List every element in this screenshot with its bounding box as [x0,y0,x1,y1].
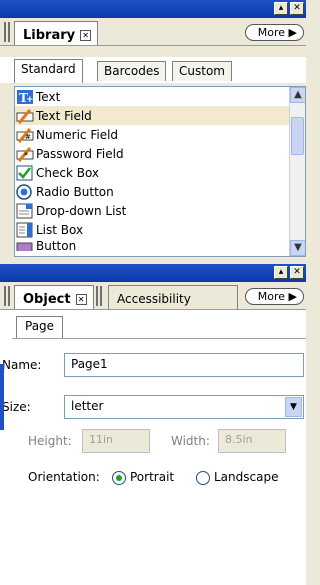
svg-text:+: + [26,95,34,105]
orientation-label: Orientation: [28,470,100,484]
svg-text:*: * [24,151,28,160]
list-item-text[interactable]: T + Text [15,87,305,106]
more-label: More [257,26,286,39]
drop-down-list-icon [16,203,34,219]
svg-text:#: # [25,133,31,141]
close-tab-icon[interactable]: ✕ [75,293,87,305]
object-panel-body: Page Name: Page1 Size: letter ▼ Height: … [0,310,306,585]
tab-object[interactable]: Object ✕ [14,285,94,309]
more-label: More [257,290,286,303]
play-arrow-icon: ▶ [288,26,297,39]
object-title-bar: ▴ ✕ [0,264,306,282]
item-label: Check Box [36,165,100,180]
text-tool-icon: T + [16,89,34,105]
list-item-drop-down-list[interactable]: Drop-down List [15,201,305,220]
close-tab-icon[interactable]: ✕ [80,29,92,41]
name-field[interactable]: Page1 [64,353,304,377]
size-label: Size: [2,400,31,414]
landscape-radio[interactable] [196,471,210,485]
landscape-label: Landscape [214,470,279,484]
tab-accessibility[interactable]: Accessibility [108,285,238,309]
check-box-icon [16,165,34,181]
list-item-check-box[interactable]: Check Box [15,163,305,182]
list-item-list-box[interactable]: List Box [15,220,305,239]
button-icon [16,239,34,251]
close-icon[interactable]: ✕ [290,2,304,15]
list-item-password-field[interactable]: * Password Field [15,144,305,163]
height-field[interactable]: 11in [82,429,150,453]
grip-handle[interactable] [96,286,102,306]
chevron-down-icon[interactable]: ▼ [285,397,302,417]
tab-barcodes[interactable]: Barcodes [97,61,167,81]
item-label: Password Field [36,146,124,161]
portrait-label: Portrait [130,470,175,484]
library-tab-label: Library [23,27,76,43]
item-label: Text [36,89,61,104]
list-item-numeric-field[interactable]: # Numeric Field [15,125,305,144]
width-value: 8.5in [225,433,253,446]
grip-handle[interactable] [4,22,10,42]
accessibility-tab-label: Accessibility [117,292,191,306]
list-item-button[interactable]: Button [15,239,305,251]
tab-library[interactable]: Library ✕ [14,21,99,45]
name-value: Page1 [71,357,108,371]
scroll-thumb[interactable] [291,117,304,155]
size-dropdown[interactable]: letter ▼ [64,395,304,419]
numeric-field-icon: # [16,127,34,143]
item-label: Numeric Field [36,127,119,142]
more-button[interactable]: More ▶ [244,24,304,41]
list-item-text-field[interactable]: Text Field [15,106,305,125]
width-field[interactable]: 8.5in [218,429,286,453]
height-value: 11in [89,433,114,446]
scroll-up-icon[interactable]: ▲ [290,87,305,103]
tab-page[interactable]: Page [16,316,64,338]
height-label: Height: [28,434,72,448]
item-label: Text Field [36,108,92,123]
list-item-radio-button[interactable]: Radio Button [15,182,305,201]
more-button[interactable]: More ▶ [244,288,304,305]
list-box-icon [16,222,34,238]
item-label: Drop-down List [36,203,127,218]
object-panel-header: Object ✕ Accessibility More ▶ [0,282,306,310]
play-arrow-icon: ▶ [288,290,297,303]
portrait-radio[interactable] [112,471,126,485]
width-label: Width: [171,434,210,448]
radio-button-icon [16,183,34,200]
library-subtabs: Standard Barcodes Custom [0,57,306,83]
item-label: List Box [36,222,84,237]
size-value: letter [71,399,104,413]
scroll-down-icon[interactable]: ▼ [290,240,305,256]
library-item-list[interactable]: T + Text Text Field # Numeric Field * Pas… [14,86,306,257]
name-label: Name: [2,358,42,372]
text-field-icon [16,108,34,124]
object-tab-label: Object [23,291,71,307]
tab-standard[interactable]: Standard [14,59,83,83]
minimize-icon[interactable]: ▴ [274,2,288,15]
left-edge-strip [0,364,4,430]
tab-underline [12,338,306,339]
list-scrollbar[interactable]: ▲ ▼ [289,87,305,256]
library-panel-header: Library ✕ More ▶ [0,18,306,46]
item-label: Radio Button [36,184,114,199]
tab-custom[interactable]: Custom [172,61,232,81]
library-title-bar: ▴ ✕ [0,0,306,18]
close-icon[interactable]: ✕ [290,266,304,279]
minimize-icon[interactable]: ▴ [274,266,288,279]
password-field-icon: * [16,146,34,162]
grip-handle[interactable] [4,286,10,306]
item-label: Button [36,239,77,251]
